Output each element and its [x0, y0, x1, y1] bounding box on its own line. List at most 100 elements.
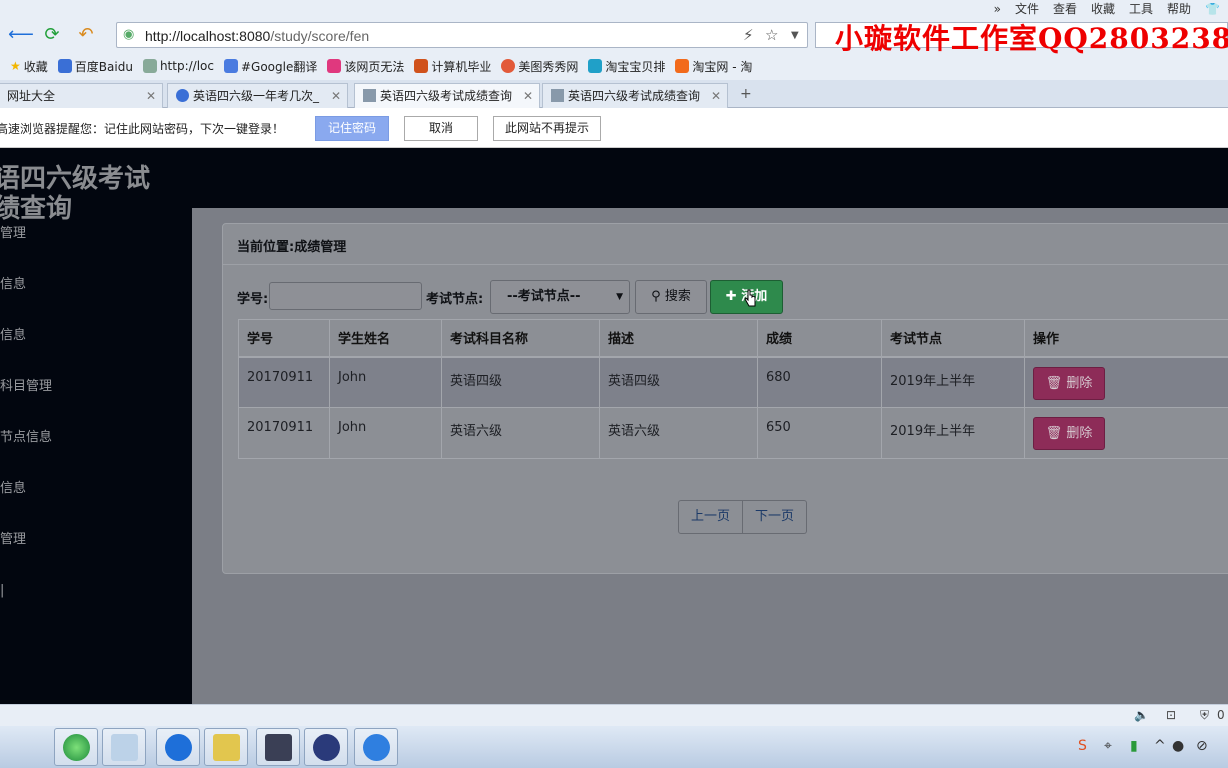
bookmark-item[interactable]: #Google翻译 — [223, 58, 317, 75]
delete-button[interactable]: 🗑 删除 — [1033, 366, 1105, 400]
score-table: 学号 学生姓名 考试科目名称 描述 成绩 考试节点 操作 20170911 Jo… — [238, 319, 1228, 459]
menu-favorites[interactable]: 收藏 — [1091, 0, 1115, 18]
new-tab-button[interactable]: + — [740, 86, 752, 102]
col-subject: 考试科目名称 — [441, 319, 600, 358]
bookmark-item[interactable]: 该网页无法 — [327, 58, 404, 75]
delete-button[interactable]: 🗑 删除 — [1033, 417, 1105, 450]
cell-actions: 🗑 删除 — [1024, 407, 1228, 459]
taskbar-app-eclipse[interactable] — [304, 728, 348, 766]
meitu-icon — [501, 59, 516, 73]
shield-icon[interactable]: ⛨ — [1200, 708, 1209, 723]
pagination: 上一页 下一页 — [678, 500, 808, 534]
sidebar-item[interactable]: 信息 — [0, 477, 192, 528]
bookmark-item[interactable]: 淘宝宝贝排 — [588, 58, 665, 75]
taskbar-app-notepad[interactable] — [102, 728, 146, 766]
taskbar-app-tools[interactable] — [204, 728, 248, 766]
bookmark-item[interactable]: ★ 收藏 — [10, 58, 48, 75]
add-button[interactable]: ✚ 添加 — [710, 280, 783, 314]
cell-student-name: John — [329, 407, 442, 459]
bookmark-item[interactable]: 百度Baidu — [57, 58, 133, 75]
exam-node-label: 考试节点: — [426, 292, 484, 307]
search-button[interactable]: ⚲ 搜索 — [635, 280, 707, 314]
refresh-icon[interactable]: ⟳ — [40, 23, 64, 47]
star-icon: ★ — [10, 59, 21, 73]
browser-menubar: » 文件 查看 收藏 工具 帮助 👕 — [0, 0, 1228, 18]
watermark: 小璇软件工作室QQ280323888 — [835, 22, 1228, 55]
cell-subject: 英语四级 — [441, 356, 600, 408]
cell-student-id: 20170911 — [238, 356, 330, 408]
close-icon[interactable]: ✕ — [711, 84, 721, 108]
tab-2[interactable]: 英语四六级考试成绩查询 ✕ — [354, 83, 540, 108]
table-row: 20170911 John 英语六级 英语六级 650 2019年上半年 🗑 删… — [238, 407, 1228, 459]
close-icon[interactable]: ✕ — [146, 84, 156, 108]
student-id-input[interactable] — [269, 282, 422, 310]
taskbar-app-teamviewer[interactable] — [156, 728, 200, 766]
chevron-down-icon[interactable]: ▼ — [791, 30, 799, 41]
chevron-down-icon: ▼ — [616, 292, 623, 302]
status-count: 0 — [1217, 708, 1225, 722]
cell-description: 英语四级 — [599, 356, 758, 408]
tab-3[interactable]: 英语四六级考试成绩查询 ✕ — [542, 83, 728, 108]
col-student-id: 学号 — [238, 319, 330, 358]
sidebar-item[interactable]: 节点信息 — [0, 426, 192, 477]
cancel-button[interactable]: 取消 — [404, 116, 478, 141]
menu-more[interactable]: » — [994, 0, 1001, 18]
skin-icon[interactable]: 👕 — [1205, 0, 1220, 18]
hand-cursor-icon — [744, 289, 756, 307]
menu-view[interactable]: 查看 — [1053, 0, 1077, 18]
app-title-line2: 绩查询 — [0, 194, 73, 224]
ime-icon[interactable]: S — [1078, 738, 1087, 754]
prev-page-button[interactable]: 上一页 — [678, 500, 744, 534]
close-icon[interactable]: ✕ — [523, 84, 533, 108]
star-icon[interactable]: ☆ — [765, 26, 778, 44]
bookmark-item[interactable]: 淘宝网 - 淘 — [675, 58, 752, 75]
table-header-row: 学号 学生姓名 考试科目名称 描述 成绩 考试节点 操作 — [238, 319, 1228, 358]
bookmark-item[interactable]: 计算机毕业 — [414, 58, 491, 75]
sidebar-item[interactable]: | — [0, 579, 192, 630]
taskbar-app-globe[interactable] — [54, 728, 98, 766]
tray-expand-icon[interactable]: ^ — [1154, 738, 1166, 754]
download-icon[interactable]: ⊡ — [1166, 708, 1176, 722]
baidu-icon — [57, 59, 72, 73]
sidebar-item[interactable]: 管理 — [0, 528, 192, 579]
qq-icon[interactable]: ● — [1172, 738, 1184, 754]
page-icon — [142, 59, 157, 73]
tab-strip: 网址大全 ✕ 英语四六级一年考几次_ ✕ 英语四六级考试成绩查询 ✕ 英语四六级考试成… — [0, 80, 1228, 108]
tab-0[interactable]: 网址大全 ✕ — [0, 83, 163, 108]
menu-help[interactable]: 帮助 — [1167, 0, 1191, 18]
taskbar-app-sogou[interactable] — [354, 728, 398, 766]
bookmark-item[interactable]: http://loc — [142, 59, 214, 73]
undo-icon[interactable]: ↶ — [74, 23, 98, 47]
baidu-icon — [176, 89, 189, 102]
cell-student-id: 20170911 — [238, 407, 330, 459]
close-icon[interactable]: ✕ — [331, 84, 341, 108]
address-bar[interactable]: ◉ http://localhost:8080/study/score/fen … — [116, 22, 808, 48]
sidebar-item[interactable]: 信息 — [0, 324, 192, 375]
menu-tools[interactable]: 工具 — [1129, 0, 1153, 18]
col-actions: 操作 — [1024, 319, 1228, 358]
table-row: 20170911 John 英语四级 英语四级 680 2019年上半年 🗑 删… — [238, 356, 1228, 408]
trash-icon: 🗑 — [1045, 426, 1063, 441]
cell-exam-node: 2019年上半年 — [881, 356, 1025, 408]
speaker-icon[interactable]: 🔈 — [1134, 708, 1149, 722]
next-page-button[interactable]: 下一页 — [743, 500, 808, 534]
menu-file[interactable]: 文件 — [1015, 0, 1039, 18]
lightning-icon[interactable]: ⚡ — [743, 26, 754, 44]
taskbar-app-photo[interactable] — [256, 728, 300, 766]
exam-node-select[interactable]: --考试节点-- ▼ — [490, 280, 630, 314]
never-prompt-button[interactable]: 此网站不再提示 — [493, 116, 601, 141]
sogou-browser-icon — [363, 734, 390, 761]
sidebar-item[interactable]: 科目管理 — [0, 375, 192, 426]
bookmark-item[interactable]: 美图秀秀网 — [501, 58, 578, 75]
sidebar-item[interactable]: 信息 — [0, 273, 192, 324]
tab-1[interactable]: 英语四六级一年考几次_ ✕ — [167, 83, 348, 108]
col-score: 成绩 — [757, 319, 882, 358]
sidebar-item[interactable]: 管理 — [0, 222, 192, 273]
back-icon[interactable]: ⟵ — [8, 23, 34, 47]
app-title-line1: 语四六级考试 — [0, 164, 151, 194]
status-bar: 🔈 ⊡ ⛨ 0 — [0, 704, 1228, 726]
pin-icon[interactable]: ⌖ — [1104, 738, 1112, 754]
remember-password-button[interactable]: 记住密码 — [315, 116, 389, 141]
network-icon[interactable]: ⊘ — [1196, 738, 1208, 754]
battery-icon[interactable]: ▮ — [1130, 738, 1138, 754]
